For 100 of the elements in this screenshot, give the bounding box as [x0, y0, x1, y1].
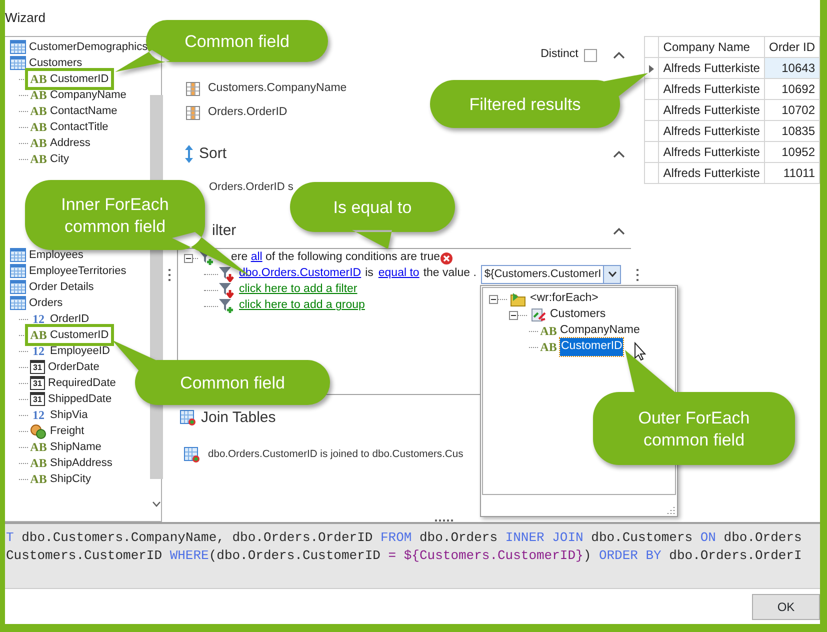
type-icon: AB: [30, 73, 47, 85]
join-icon: [184, 447, 200, 463]
dropdown-item[interactable]: <wr:forEach>: [530, 290, 598, 308]
table-cell: Alfreds Futterkiste: [658, 120, 764, 142]
column-header[interactable]: Company Name: [658, 36, 764, 58]
distinct-label: Distinct: [540, 47, 578, 62]
collapse-chevron-icon[interactable]: [613, 226, 626, 236]
add-group-icon: [218, 298, 235, 314]
callout-text: common field: [64, 217, 166, 236]
join-tables-icon: [180, 410, 196, 426]
collapse-chevron-icon[interactable]: [613, 50, 626, 60]
tree-item[interactable]: OrderID: [50, 310, 90, 328]
column-item[interactable]: Customers.CompanyName: [208, 80, 347, 98]
column-icon: [186, 106, 200, 120]
table-cell: Alfreds Futterkiste: [658, 58, 764, 78]
scroll-down-icon[interactable]: [152, 501, 161, 507]
table-cell: 10692: [764, 78, 820, 100]
tree-item[interactable]: Order Details: [29, 278, 94, 296]
type-icon: AB: [30, 153, 47, 165]
callout-text: Common field: [180, 374, 285, 392]
type-icon: AB: [30, 457, 47, 469]
splitter-grip-icon[interactable]: [434, 519, 454, 522]
tree-item[interactable]: CompanyName: [50, 86, 126, 104]
add-link[interactable]: click here to add a group: [239, 297, 365, 315]
ok-button[interactable]: OK: [752, 594, 820, 620]
resize-grip-icon[interactable]: [667, 506, 675, 514]
table-cell: Alfreds Futterkiste: [658, 142, 764, 162]
collapse-icon[interactable]: [184, 254, 193, 262]
callout-text: Is equal to: [333, 198, 412, 217]
field-link[interactable]: dbo.Orders.CustomerID: [239, 265, 362, 283]
table-icon: [10, 296, 26, 310]
calendar-icon: 31: [30, 376, 45, 390]
column-item[interactable]: Orders.OrderID: [208, 104, 288, 122]
tree-item[interactable]: CustomerDemographics: [29, 38, 148, 56]
tree-item[interactable]: ShipAddress: [50, 454, 112, 472]
dropdown-item[interactable]: CompanyName: [560, 322, 640, 340]
tree-item[interactable]: ContactName: [50, 102, 118, 120]
tree-item[interactable]: Freight: [50, 422, 84, 440]
table-icon: [10, 56, 26, 70]
splitter-grip-icon[interactable]: [168, 268, 171, 282]
type-icon: AB: [540, 325, 557, 337]
callout-text: Inner ForEach: [61, 195, 169, 214]
condition-text: is: [365, 266, 374, 282]
mouse-cursor-icon: [634, 342, 646, 361]
calendar-icon: 31: [30, 392, 45, 406]
tree-item[interactable]: ShipName: [50, 438, 102, 456]
tree-item[interactable]: ShipCity: [50, 470, 91, 488]
tree-item[interactable]: ContactTitle: [50, 118, 108, 136]
join-item[interactable]: dbo.Orders.CustomerID is joined to dbo.Customers.Cus: [208, 447, 464, 463]
dropdown-item[interactable]: Customers: [550, 306, 606, 324]
value-combobox[interactable]: ${Customers.CustomerI: [481, 264, 622, 284]
tree-item[interactable]: ShipVia: [50, 406, 88, 424]
tree-item[interactable]: EmployeeTerritories: [29, 262, 126, 280]
collapse-chevron-icon[interactable]: [613, 150, 626, 158]
operator-link[interactable]: equal to: [378, 265, 420, 283]
table-icon: [10, 40, 26, 54]
coins-icon: [30, 424, 47, 438]
tree-item[interactable]: RequiredDate: [48, 374, 116, 392]
table-cell: Alfreds Futterkiste: [658, 78, 764, 100]
table-cell: 10835: [764, 120, 820, 142]
tree-item[interactable]: CustomerID: [50, 70, 109, 88]
window-title: Wizard: [5, 10, 46, 25]
type-icon: AB: [30, 89, 47, 101]
datasource-icon: [529, 307, 547, 323]
sort-item[interactable]: Orders.OrderID s: [209, 178, 294, 196]
callout-text: Outer ForEach: [638, 408, 750, 428]
dropdown-item[interactable]: CustomerID: [560, 338, 624, 356]
type-icon: AB: [30, 473, 47, 485]
tree-item[interactable]: Address: [50, 134, 90, 152]
section-title: Sort: [199, 144, 227, 164]
type-icon: 12: [30, 345, 47, 357]
type-icon: 12: [30, 409, 47, 421]
tree-item[interactable]: Orders: [29, 294, 63, 312]
table-cell: 10952: [764, 142, 820, 162]
all-link[interactable]: all: [250, 251, 262, 264]
sql-editor[interactable]: [5, 522, 820, 588]
distinct-checkbox[interactable]: [584, 48, 598, 62]
table-icon: [10, 248, 26, 262]
table-icon: [10, 280, 26, 294]
tree-item[interactable]: Customers: [29, 54, 82, 72]
collapse-icon[interactable]: [509, 310, 518, 320]
dropdown-caret-icon[interactable]: [608, 271, 617, 277]
sql-line: Customers.CustomerID WHERE(dbo.Orders.CustomerID = ${Customers.CustomerID}) ORDER BY dbo.Orders.OrderI: [6, 547, 803, 565]
table-cell: Alfreds Futterkiste: [658, 162, 764, 184]
collapse-icon[interactable]: [489, 294, 498, 304]
tree-item[interactable]: CustomerID: [50, 326, 109, 344]
tree-item[interactable]: OrderDate: [48, 358, 100, 376]
tree-item[interactable]: City: [50, 150, 69, 168]
sql-line: T dbo.Customers.CompanyName, dbo.Orders.OrderID FROM dbo.Orders INNER JOIN dbo.Customers ON dbo.Orders: [6, 529, 803, 547]
sort-icon: [184, 144, 194, 164]
remove-icon[interactable]: [440, 252, 454, 264]
tree-item[interactable]: ShippedDate: [48, 390, 112, 408]
add-link[interactable]: click here to add a filter: [239, 281, 358, 299]
tree-item[interactable]: Employees: [29, 246, 84, 264]
tree-item[interactable]: EmployeeID: [50, 342, 110, 360]
callout-text: common field: [643, 430, 745, 450]
filter-icon: [218, 282, 235, 298]
type-icon: AB: [30, 137, 47, 149]
splitter-grip-icon[interactable]: [636, 268, 640, 282]
column-icon: [186, 82, 200, 96]
